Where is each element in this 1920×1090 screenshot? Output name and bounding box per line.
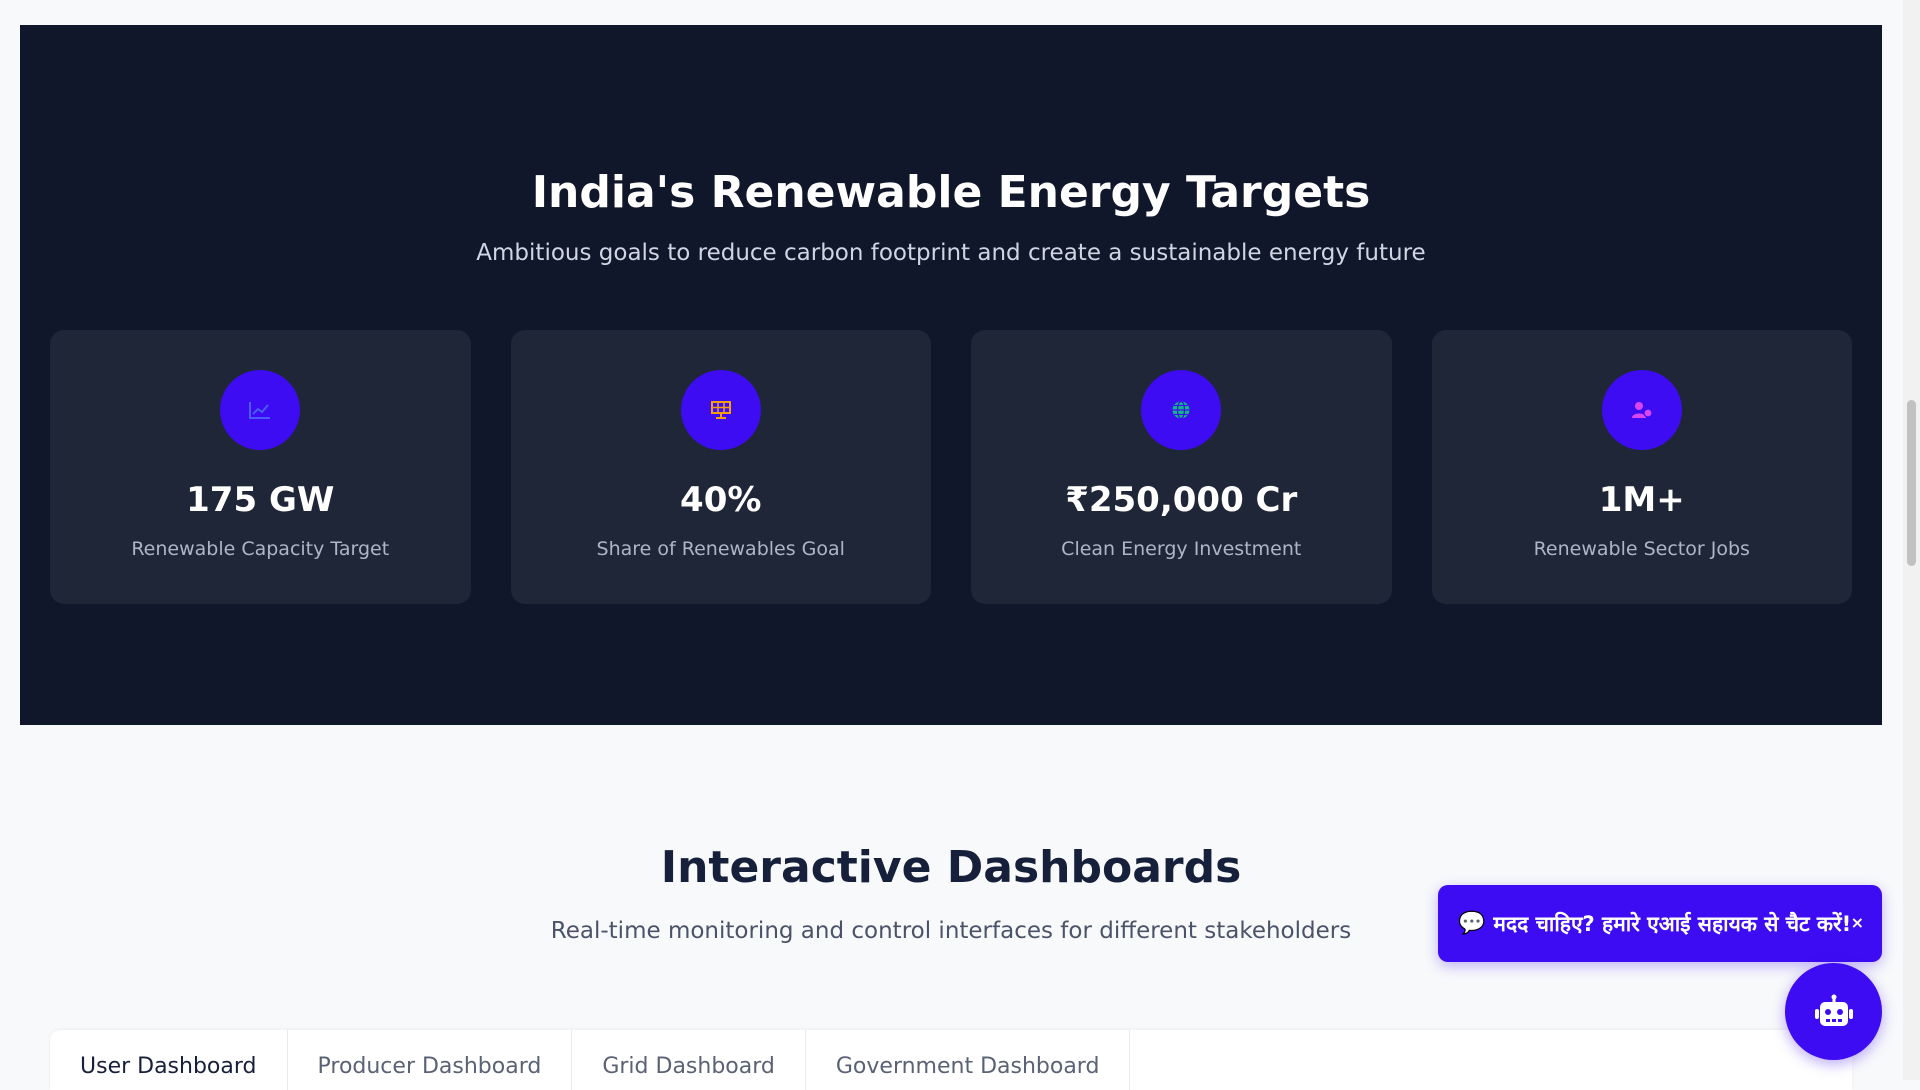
target-label: Renewable Capacity Target	[131, 538, 390, 560]
target-value: 1M+	[1598, 480, 1685, 520]
chart-line-icon	[220, 370, 301, 450]
targets-subtitle: Ambitious goals to reduce carbon footpri…	[476, 240, 1426, 266]
target-label: Renewable Sector Jobs	[1533, 538, 1750, 560]
target-card-investment: ₹250,000 Cr Clean Energy Investment	[971, 330, 1392, 604]
target-label: Share of Renewables Goal	[596, 538, 845, 560]
page: India's Renewable Energy Targets Ambitio…	[20, 0, 1882, 1090]
tab-government-dashboard[interactable]: Government Dashboard	[806, 1030, 1131, 1090]
speech-bubble-icon: 💬	[1458, 911, 1486, 936]
target-card-capacity: 175 GW Renewable Capacity Target	[50, 330, 471, 604]
target-label: Clean Energy Investment	[1061, 538, 1302, 560]
scrollbar-thumb[interactable]	[1907, 400, 1916, 566]
tab-user-dashboard[interactable]: User Dashboard	[50, 1030, 288, 1090]
targets-section: India's Renewable Energy Targets Ambitio…	[20, 25, 1882, 725]
targets-title: India's Renewable Energy Targets	[531, 167, 1371, 218]
chat-prompt-text: मदद चाहिए? हमारे एआई सहायक से चैट करें!	[1493, 911, 1852, 936]
robot-icon	[1814, 994, 1853, 1026]
chatbot-button[interactable]	[1785, 963, 1882, 1060]
target-value: 40%	[680, 480, 762, 520]
tab-producer-dashboard[interactable]: Producer Dashboard	[288, 1030, 573, 1090]
target-value: 175 GW	[186, 480, 335, 520]
target-card-share: 40% Share of Renewables Goal	[510, 330, 931, 604]
tab-grid-dashboard[interactable]: Grid Dashboard	[572, 1030, 806, 1090]
globe-icon	[1141, 370, 1222, 450]
close-icon[interactable]: ×	[1851, 913, 1864, 932]
chat-prompt-bubble[interactable]: 💬 मदद चाहिए? हमारे एआई सहायक से चैट करें…	[1438, 885, 1882, 962]
page-scrollbar[interactable]	[1903, 0, 1920, 1080]
user-leaf-icon	[1601, 370, 1682, 450]
target-cards: 175 GW Renewable Capacity Target 40% Sha…	[50, 330, 1852, 604]
target-value: ₹250,000 Cr	[1065, 480, 1298, 520]
dashboard-tabs: User Dashboard Producer Dashboard Grid D…	[50, 1030, 1852, 1090]
solar-panel-icon	[680, 370, 761, 450]
target-card-jobs: 1M+ Renewable Sector Jobs	[1431, 330, 1852, 604]
